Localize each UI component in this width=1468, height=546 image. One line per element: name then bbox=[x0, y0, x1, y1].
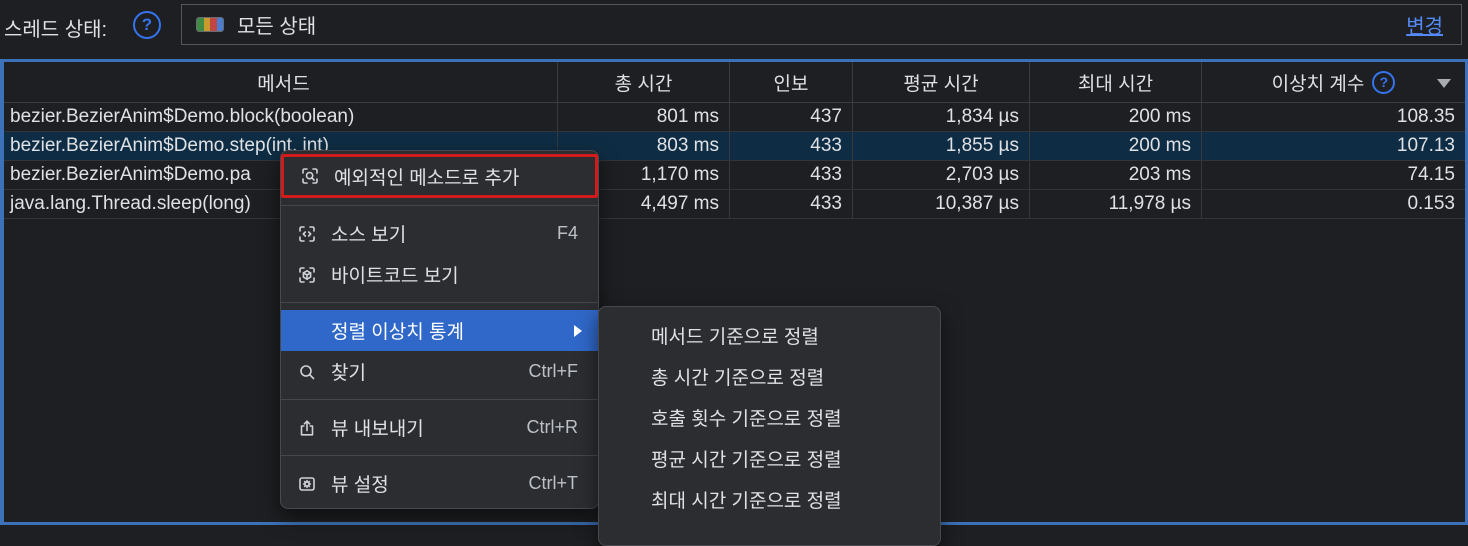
outlier-help-icon[interactable]: ? bbox=[1372, 70, 1396, 94]
menu-item-label: 정렬 이상치 통계 bbox=[331, 322, 464, 343]
max-time-cell: 200 ms bbox=[1030, 103, 1202, 131]
table-row[interactable]: bezier.BezierAnim$Demo.pa 1,170 ms 433 2… bbox=[4, 161, 1465, 190]
menu-separator bbox=[281, 455, 598, 456]
col-header-total-time[interactable]: 총 시간 bbox=[558, 62, 730, 102]
table-row[interactable]: java.lang.Thread.sleep(long) 4,497 ms 43… bbox=[4, 190, 1465, 219]
context-menu: 예외적인 메소드로 추가 소스 보기 F4 바이트코드 보기 정렬 이상치 통계 bbox=[280, 150, 599, 509]
thread-state-filter[interactable]: 모든 상태 변경 bbox=[181, 4, 1462, 45]
menu-item-view-bytecode[interactable]: 바이트코드 보기 bbox=[281, 254, 598, 295]
outlier-cell: 74.15 bbox=[1407, 164, 1455, 185]
menu-item-label: 예외적인 메소드로 추가 bbox=[334, 167, 520, 189]
invocations-cell: 437 bbox=[730, 103, 853, 131]
invocations-cell: 433 bbox=[730, 190, 853, 218]
outlier-cell: 0.153 bbox=[1407, 193, 1455, 214]
table-header: 메서드 총 시간 인보 평균 시간 최대 시간 이상치 계수 ? bbox=[4, 62, 1465, 103]
col-header-invocations[interactable]: 인보 bbox=[730, 62, 853, 102]
menu-item-add-exceptional-method[interactable]: 예외적인 메소드로 추가 bbox=[281, 154, 598, 198]
avg-time-cell: 2,703 µs bbox=[853, 161, 1030, 189]
menu-item-shortcut: Ctrl+F bbox=[528, 361, 579, 381]
menu-item-label: 소스 보기 bbox=[331, 225, 407, 246]
menu-item-shortcut: Ctrl+R bbox=[526, 417, 578, 437]
menu-item-shortcut: Ctrl+T bbox=[528, 473, 579, 493]
menu-item-label: 찾기 bbox=[331, 363, 366, 384]
view-source-icon bbox=[297, 224, 317, 244]
sort-submenu: 메서드 기준으로 정렬 총 시간 기준으로 정렬 호출 횟수 기준으로 정렬 평… bbox=[598, 306, 941, 546]
thread-state-value: 모든 상태 bbox=[237, 16, 317, 38]
menu-item-label: 바이트코드 보기 bbox=[331, 266, 459, 287]
col-header-max-time[interactable]: 최대 시간 bbox=[1030, 62, 1202, 102]
avg-time-cell: 1,855 µs bbox=[853, 132, 1030, 160]
invocations-cell: 433 bbox=[730, 161, 853, 189]
menu-item-view-settings[interactable]: 뷰 설정 Ctrl+T bbox=[281, 463, 598, 504]
change-link[interactable]: 변경 bbox=[1406, 10, 1443, 39]
outlier-cell: 108.35 bbox=[1396, 106, 1455, 127]
add-exceptional-method-icon bbox=[300, 166, 320, 186]
export-icon bbox=[297, 418, 317, 438]
thread-state-label: 스레드 상태: bbox=[4, 19, 108, 41]
submenu-item-sort-by-method[interactable]: 메서드 기준으로 정렬 bbox=[599, 315, 940, 356]
help-icon[interactable]: ? bbox=[133, 11, 161, 39]
thread-state-toolbar: 스레드 상태: ? 모든 상태 변경 bbox=[0, 0, 1468, 57]
method-cell: bezier.BezierAnim$Demo.block(boolean) bbox=[4, 103, 558, 131]
outlier-header-label: 이상치 계수 bbox=[1271, 73, 1365, 95]
submenu-item-sort-by-avg-time[interactable]: 평균 시간 기준으로 정렬 bbox=[599, 438, 940, 479]
menu-item-find[interactable]: 찾기 Ctrl+F bbox=[281, 351, 598, 392]
submenu-item-sort-by-call-count[interactable]: 호출 횟수 기준으로 정렬 bbox=[599, 397, 940, 438]
col-header-method[interactable]: 메서드 bbox=[4, 62, 558, 102]
avg-time-cell: 10,387 µs bbox=[853, 190, 1030, 218]
col-header-avg-time[interactable]: 평균 시간 bbox=[853, 62, 1030, 102]
max-time-cell: 200 ms bbox=[1030, 132, 1202, 160]
table-row-selected[interactable]: bezier.BezierAnim$Demo.step(int, int) 80… bbox=[4, 132, 1465, 161]
menu-item-export-view[interactable]: 뷰 내보내기 Ctrl+R bbox=[281, 407, 598, 448]
search-icon bbox=[297, 362, 317, 382]
total-time-cell: 801 ms bbox=[558, 103, 730, 131]
menu-item-label: 뷰 설정 bbox=[331, 475, 389, 496]
submenu-arrow-icon bbox=[574, 324, 582, 337]
max-time-cell: 11,978 µs bbox=[1030, 190, 1202, 218]
submenu-item-sort-by-max-time[interactable]: 최대 시간 기준으로 정렬 bbox=[599, 479, 940, 520]
invocations-cell: 433 bbox=[730, 132, 853, 160]
menu-item-label: 뷰 내보내기 bbox=[331, 419, 424, 440]
submenu-item-sort-by-total-time[interactable]: 총 시간 기준으로 정렬 bbox=[599, 356, 940, 397]
menu-item-shortcut: F4 bbox=[556, 223, 578, 243]
avg-time-cell: 1,834 µs bbox=[853, 103, 1030, 131]
outlier-cell: 107.13 bbox=[1396, 135, 1455, 156]
menu-separator bbox=[281, 399, 598, 400]
menu-separator bbox=[281, 302, 598, 303]
menu-separator bbox=[281, 205, 598, 206]
menu-item-sort-outlier-statistics[interactable]: 정렬 이상치 통계 bbox=[281, 310, 598, 351]
col-header-outlier-count[interactable]: 이상치 계수 ? bbox=[1202, 62, 1465, 102]
thread-states-color-icon bbox=[196, 17, 224, 32]
max-time-cell: 203 ms bbox=[1030, 161, 1202, 189]
sort-desc-icon[interactable] bbox=[1437, 79, 1451, 88]
menu-item-view-source[interactable]: 소스 보기 F4 bbox=[281, 213, 598, 254]
view-bytecode-icon bbox=[297, 265, 317, 285]
table-row[interactable]: bezier.BezierAnim$Demo.block(boolean) 80… bbox=[4, 103, 1465, 132]
settings-icon bbox=[297, 474, 317, 494]
